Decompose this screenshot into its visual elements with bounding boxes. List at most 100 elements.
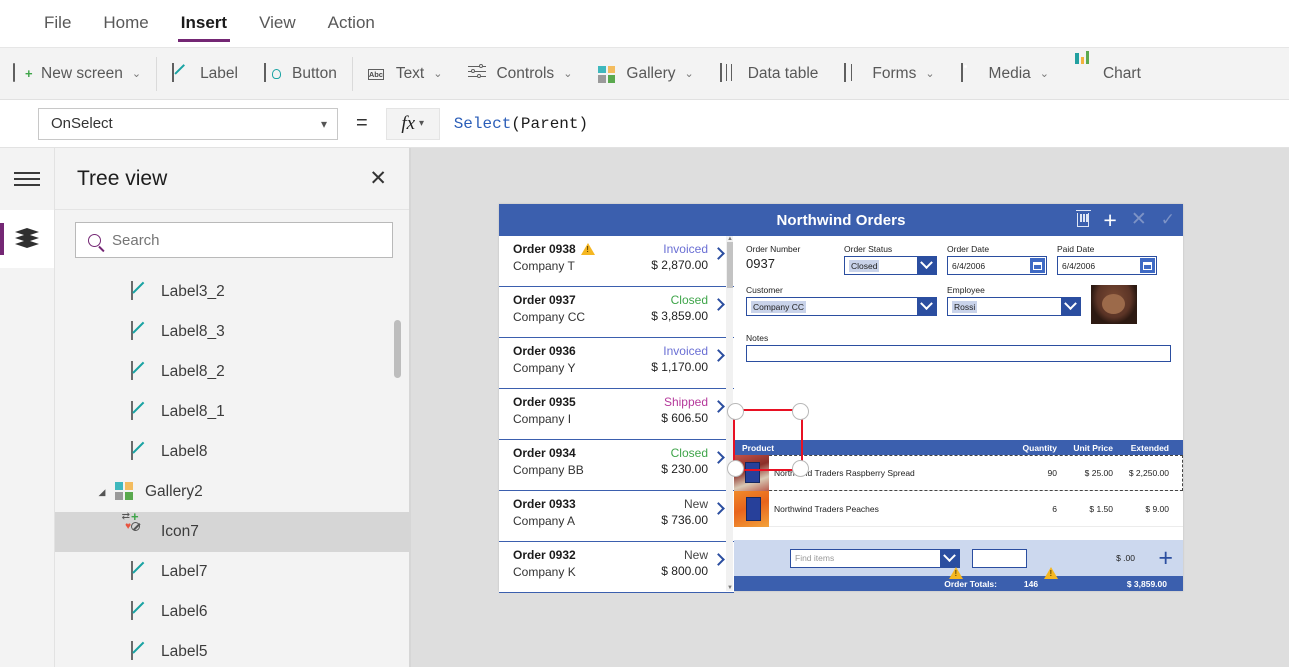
search-box[interactable] bbox=[75, 222, 393, 258]
tree-node-label: Label8 bbox=[161, 443, 208, 460]
formula-args: (Parent) bbox=[511, 114, 589, 133]
orders-scrollbar-thumb[interactable] bbox=[726, 242, 733, 288]
order-list-item[interactable]: Order 0934 Closed Company BB $ 230.00 bbox=[499, 440, 734, 491]
menu-item-home[interactable]: Home bbox=[87, 8, 164, 40]
orders-gallery[interactable]: Order 0938 Invoiced Company T $ 2,870.00 bbox=[499, 236, 734, 593]
tree-node-label8_3[interactable]: Label8_3 bbox=[55, 312, 409, 352]
order-detail-form: Order Number 0937 Order Status Closed Or… bbox=[734, 236, 1183, 591]
formula-input[interactable]: Select (Parent) bbox=[439, 107, 1289, 140]
chevron-down-icon[interactable] bbox=[1061, 298, 1080, 315]
layers-icon bbox=[15, 228, 39, 250]
chevron-right-icon[interactable] bbox=[712, 247, 725, 260]
order-list-item[interactable]: Order 0935 Shipped Company I $ 606.50 bbox=[499, 389, 734, 440]
ribbon-label: Text bbox=[395, 64, 425, 82]
tree-node-gallery2[interactable]: ◢ Gallery2 bbox=[55, 472, 409, 512]
field-paid-date: Paid Date 6/4/2006 bbox=[1057, 244, 1157, 275]
tree-node-label8[interactable]: Label8 bbox=[55, 432, 409, 472]
label-icon bbox=[131, 281, 151, 302]
delete-icon[interactable] bbox=[1075, 209, 1091, 227]
app-body: Order 0938 Invoiced Company T $ 2,870.00 bbox=[499, 236, 1183, 593]
app-title: Northwind Orders bbox=[776, 211, 906, 229]
chevron-right-icon[interactable] bbox=[712, 349, 725, 362]
order-list-item[interactable]: Order 0932 New Company K $ 800.00 bbox=[499, 542, 734, 593]
order-number-value: 0937 bbox=[746, 256, 775, 271]
ribbon-text[interactable]: Abc Text ⌄ bbox=[355, 54, 456, 94]
save-icon[interactable]: ✓ bbox=[1161, 211, 1175, 228]
menu-item-view[interactable]: View bbox=[243, 8, 312, 40]
chevron-right-icon[interactable] bbox=[712, 400, 725, 413]
chevron-down-icon: ▾ bbox=[419, 118, 425, 129]
new-quantity-input[interactable] bbox=[972, 548, 1027, 568]
calendar-icon[interactable] bbox=[1030, 258, 1045, 273]
order-list-item[interactable]: Order 0933 New Company A $ 736.00 bbox=[499, 491, 734, 542]
product-row[interactable]: Northwind Traders Peaches 6 $ 1.50 $ 9.0… bbox=[734, 490, 1183, 527]
fx-label: fx bbox=[401, 112, 416, 134]
tree-node-label8_2[interactable]: Label8_2 bbox=[55, 352, 409, 392]
ribbon-media[interactable]: Media ⌄ bbox=[948, 54, 1062, 94]
hamburger-menu-icon[interactable] bbox=[0, 148, 54, 210]
tree-scrollbar-thumb[interactable] bbox=[394, 320, 401, 378]
chevron-down-icon[interactable] bbox=[917, 298, 936, 315]
tree-node-icon7[interactable]: ♥ + ⇄ Icon7 bbox=[55, 510, 409, 552]
fx-button[interactable]: fx ▾ bbox=[385, 107, 440, 140]
order-status: Shipped bbox=[663, 395, 708, 409]
insert-ribbon: New screen ⌄ Label Button Abc Text ⌄ Con… bbox=[0, 48, 1289, 100]
employee-dropdown[interactable]: Rossi bbox=[947, 297, 1081, 316]
chevron-down-icon[interactable] bbox=[940, 549, 959, 567]
ribbon-chart[interactable]: Chart bbox=[1062, 50, 1154, 94]
ribbon-data-table[interactable]: Data table bbox=[707, 54, 832, 94]
ribbon-controls[interactable]: Controls ⌄ bbox=[455, 54, 585, 94]
order-date-input[interactable]: 6/4/2006 bbox=[947, 256, 1047, 275]
ribbon-forms[interactable]: Forms ⌄ bbox=[831, 54, 947, 94]
ribbon-label: Label bbox=[200, 64, 238, 82]
calendar-icon[interactable] bbox=[1140, 258, 1155, 273]
menu-item-action[interactable]: Action bbox=[312, 8, 391, 40]
tree-view-rail-button[interactable] bbox=[0, 210, 54, 268]
search-input[interactable] bbox=[112, 231, 371, 249]
cancel-icon[interactable]: ✕ bbox=[1131, 210, 1147, 229]
ribbon-button[interactable]: Button bbox=[251, 54, 350, 94]
order-status-value: Closed bbox=[849, 259, 880, 272]
chevron-right-icon[interactable] bbox=[712, 553, 725, 566]
menu-item-insert[interactable]: Insert bbox=[165, 8, 243, 42]
expand-caret-icon[interactable]: ◢ bbox=[95, 487, 109, 498]
ribbon-label[interactable]: Label bbox=[159, 54, 251, 94]
order-status: Closed bbox=[670, 293, 708, 307]
app-canvas[interactable]: Northwind Orders + ✕ ✓ Order 0938 ! Invo… bbox=[411, 148, 1289, 667]
add-icon[interactable]: + bbox=[1158, 546, 1173, 571]
ribbon-gallery[interactable]: Gallery ⌄ bbox=[585, 54, 706, 94]
order-status-dropdown[interactable]: Closed bbox=[844, 256, 937, 275]
product-row-partial[interactable] bbox=[734, 527, 1183, 540]
ribbon-new-screen[interactable]: New screen ⌄ bbox=[0, 54, 154, 94]
order-company: Company Y bbox=[513, 361, 576, 375]
paid-date-value: 6/4/2006 bbox=[1062, 260, 1096, 271]
customer-dropdown[interactable]: Company CC bbox=[746, 297, 937, 316]
order-list-item[interactable]: Order 0936 Invoiced Company Y $ 1,170.00 bbox=[499, 338, 734, 389]
orders-scrollbar[interactable]: ▲ ▼ bbox=[726, 236, 733, 591]
close-icon[interactable]: ✕ bbox=[369, 168, 387, 189]
tree-node-label5[interactable]: Label5 bbox=[55, 632, 409, 667]
new-screen-icon bbox=[13, 62, 33, 84]
button-icon bbox=[264, 62, 284, 84]
order-list-item[interactable]: Order 0937 Closed Company CC $ 3,859.00 bbox=[499, 287, 734, 338]
tree-scrollbar[interactable] bbox=[394, 272, 401, 667]
tree-node-label8_1[interactable]: Label8_1 bbox=[55, 392, 409, 432]
chevron-right-icon[interactable] bbox=[712, 451, 725, 464]
chevron-right-icon[interactable] bbox=[712, 298, 725, 311]
tree-node-label3_2[interactable]: Label3_2 bbox=[55, 272, 409, 312]
product-row[interactable]: Northwind Traders Raspberry Spread 90 $ … bbox=[734, 454, 1183, 491]
chevron-down-icon[interactable] bbox=[917, 257, 936, 274]
tree-node-label6[interactable]: Label6 bbox=[55, 592, 409, 632]
tree-node-label7[interactable]: Label7 bbox=[55, 552, 409, 592]
property-selector[interactable]: OnSelect ▾ bbox=[38, 107, 338, 140]
chevron-right-icon[interactable] bbox=[712, 502, 725, 515]
paid-date-input[interactable]: 6/4/2006 bbox=[1057, 256, 1157, 275]
scroll-down-icon[interactable]: ▼ bbox=[727, 585, 733, 591]
menu-item-file[interactable]: File bbox=[28, 8, 87, 40]
notes-input[interactable] bbox=[746, 345, 1171, 362]
add-icon[interactable]: + bbox=[1103, 209, 1116, 232]
order-totals-quantity: 146 bbox=[1023, 578, 1039, 589]
find-items-dropdown[interactable]: Find items bbox=[790, 548, 960, 568]
order-list-item[interactable]: Order 0938 Invoiced Company T $ 2,870.00 bbox=[499, 236, 734, 287]
search-icon bbox=[88, 233, 101, 247]
